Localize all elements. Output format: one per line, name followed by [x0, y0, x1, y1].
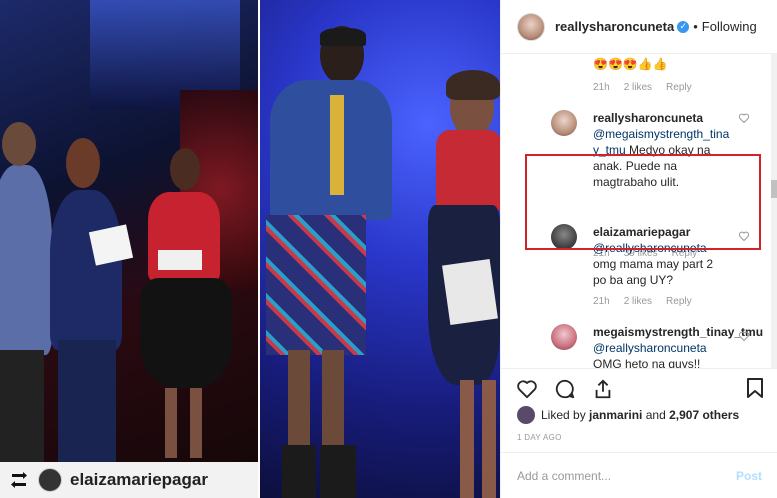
verified-icon: ✓ — [677, 20, 690, 33]
post-button[interactable]: Post — [736, 469, 762, 483]
photo-left — [0, 0, 258, 498]
share-icon[interactable] — [591, 377, 615, 401]
comment-meta: 21h 2 likes Reply — [593, 296, 692, 307]
liker-avatar[interactable] — [517, 406, 535, 424]
following-button[interactable]: Following — [702, 19, 757, 34]
reply-button[interactable]: Reply — [666, 82, 692, 93]
likes-prefix: Liked by — [541, 408, 590, 422]
comment-time: 21h — [593, 82, 610, 93]
heart-icon[interactable] — [738, 330, 750, 342]
comments-list[interactable]: 😍😍😍👍👍 21h 2 likes Reply reallysharoncune… — [501, 54, 777, 368]
header-separator: • — [693, 19, 698, 34]
comment-text: megaismystrength_tinay_tmu @reallysharon… — [593, 324, 763, 368]
comment-mention[interactable]: @megaismystrength_tina — [593, 127, 729, 141]
reply-button[interactable]: Reply — [666, 296, 692, 307]
highlight-box — [525, 154, 761, 250]
comment-mention[interactable]: @reallysharoncuneta — [593, 341, 707, 355]
author-avatar[interactable] — [517, 12, 545, 41]
post-media[interactable]: elaizamariepagar — [0, 0, 500, 498]
liker-username[interactable]: janmarini — [589, 408, 642, 422]
commenter-avatar[interactable] — [551, 324, 577, 350]
comment-content: OMG heto na guys!! — [593, 357, 701, 368]
comment-time: 21h — [593, 296, 610, 307]
comment-text: 😍😍😍👍👍 — [593, 57, 668, 71]
bookmark-icon[interactable] — [743, 376, 767, 400]
comment-content: omg mama may part 2 — [593, 257, 714, 271]
photo-right — [260, 0, 500, 498]
add-comment-box: Post — [501, 452, 777, 498]
comment-content: po ba ang UY? — [593, 273, 674, 287]
heart-icon[interactable] — [515, 377, 539, 401]
comments-scrollbar[interactable] — [771, 54, 777, 368]
repost-username: elaizamariepagar — [70, 470, 208, 489]
repost-icon — [8, 469, 30, 491]
commenter-username[interactable]: reallysharoncuneta — [593, 111, 703, 125]
comment-likes[interactable]: 2 likes — [624, 296, 652, 307]
likes-count[interactable]: 2,907 others — [669, 408, 739, 422]
post-date: 1 DAY AGO — [517, 433, 562, 442]
post-panel: reallysharoncuneta ✓ • Following 😍😍😍👍👍 2… — [500, 0, 777, 498]
post-header: reallysharoncuneta ✓ • Following — [501, 0, 777, 54]
author-username[interactable]: reallysharoncuneta — [555, 19, 674, 34]
likes-middle: and — [642, 408, 670, 422]
comment-meta: 21h 2 likes Reply — [593, 82, 692, 93]
comment-likes[interactable]: 2 likes — [624, 82, 652, 93]
repost-avatar — [38, 468, 62, 492]
action-bar — [501, 368, 777, 408]
commenter-avatar[interactable] — [551, 110, 577, 136]
comment-icon[interactable] — [553, 377, 577, 401]
scrollbar-thumb[interactable] — [771, 180, 777, 198]
likes-summary: Liked by janmarini and 2,907 others — [517, 406, 739, 424]
comment-input[interactable] — [517, 468, 736, 483]
heart-icon[interactable] — [738, 112, 750, 124]
repost-credit: elaizamariepagar — [0, 462, 258, 498]
